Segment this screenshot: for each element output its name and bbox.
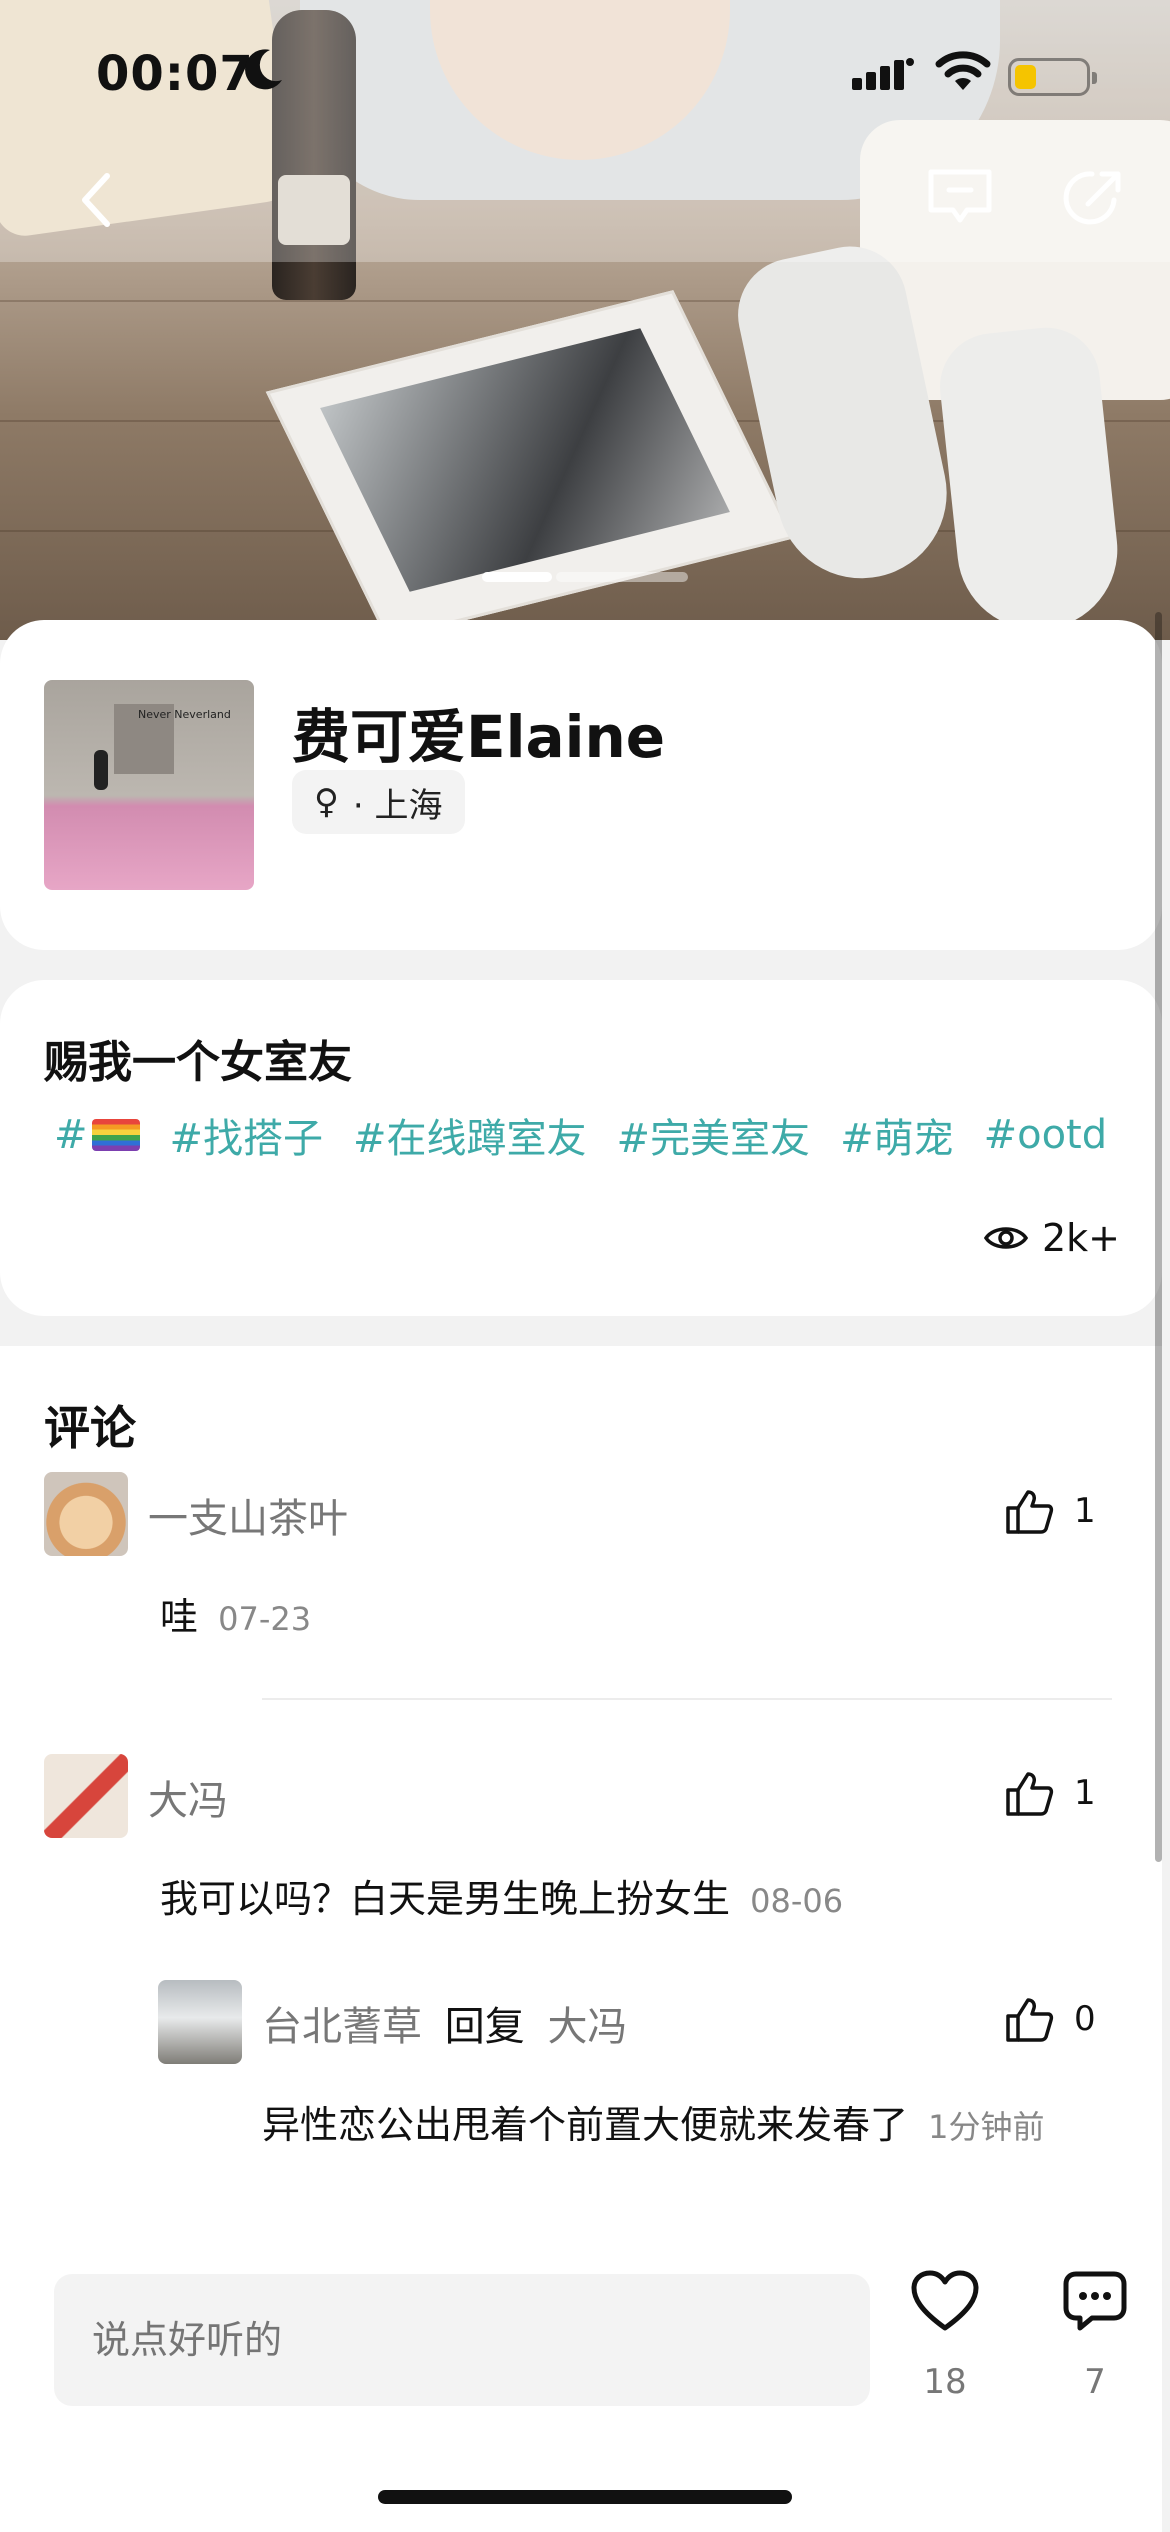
battery-nub [1092,72,1097,84]
reply-avatar[interactable] [158,1980,242,2064]
back-button[interactable] [60,160,130,240]
avatar-person [94,750,108,790]
view-count: 2k+ [983,1216,1120,1260]
reply-username[interactable]: 台北蓍草 [262,2004,422,2050]
post-card: 赐我一个女室友 # #找搭子 #在线蹲室友 #完美室友 #萌宠 #ootd 2k… [0,980,1162,1316]
comment-username[interactable]: 一支山茶叶 [148,1486,348,1544]
thumbs-up-icon [1006,1998,1054,2042]
reply-body: 异性恋公出甩着个前置大便就来发春了 1分钟前 [262,2094,1102,2158]
sock [934,322,1126,638]
like-button[interactable]: 18 [890,2270,1000,2402]
home-indicator[interactable] [378,2490,792,2504]
thumbs-up-icon [1006,1772,1054,1816]
comment-divider [262,1698,1112,1700]
tag-pets[interactable]: #萌宠 [840,1106,954,1164]
tag-ootd[interactable]: #ootd [984,1106,1108,1164]
chevron-left-icon [82,173,110,227]
reply-target-username[interactable]: 大冯 [547,2004,627,2050]
tag-perfect-roommate[interactable]: #完美室友 [617,1106,811,1164]
reply-label: 回复 [444,2004,525,2050]
heart-icon [911,2270,979,2331]
comment-text: 哇 [160,1595,199,1639]
author-location: · 上海 [352,785,443,826]
tag-rainbow-flag[interactable]: # [54,1106,140,1164]
status-time: 00:07 [96,46,254,102]
moon-icon [245,49,282,90]
author-meta-badge: ♀ · 上海 [292,770,465,834]
share-button[interactable] [1054,158,1134,238]
signal-icon [852,58,914,90]
post-title: 赐我一个女室友 [44,1037,352,1088]
carousel-indicator [482,572,688,582]
comment-avatar[interactable] [44,1472,128,1556]
author-name[interactable]: 费可爱Elaine [292,690,665,774]
wifi-icon [935,51,991,90]
bottom-action-bar: 18 7 [0,2244,1162,2532]
comment-like-count: 1 [1074,1491,1096,1531]
comment-like-button[interactable]: 1 [1004,1488,1096,1534]
thumbs-up-icon [1006,1490,1054,1534]
scrollbar[interactable] [1155,612,1162,1862]
comment-input[interactable] [54,2274,870,2406]
comment-body: 哇 07-23 [160,1586,311,1641]
post-detail-page: 00:07 Never Neverland 费可爱Elaine ♀ · 上海 赐… [0,0,1170,2532]
tag-online-roommate[interactable]: #在线蹲室友 [353,1106,587,1164]
comment-text: 我可以吗？白天是男生晚上扮女生 [160,1877,731,1921]
comment-like-button[interactable]: 1 [1004,1770,1096,1816]
tag-label: # [54,1112,88,1158]
status-bar: 00:07 [0,0,1170,150]
comment-button[interactable]: 7 [1040,2270,1150,2402]
battery-icon [1008,58,1097,96]
author-avatar[interactable]: Never Neverland [44,680,254,890]
tag-list: # #找搭子 #在线蹲室友 #完美室友 #萌宠 #ootd [54,1106,1107,1164]
reply-time: 1分钟前 [928,2108,1045,2146]
comment-like-count: 1 [1074,1773,1096,1813]
message-button[interactable] [920,158,1000,238]
comment-time: 08-06 [750,1882,844,1920]
battery-fill [1015,65,1036,89]
reply-like-button[interactable]: 0 [1004,1996,1096,2042]
carousel-dot-active [482,572,552,582]
female-icon: ♀ [314,782,339,822]
profile-card: Never Neverland 费可爱Elaine ♀ · 上海 [0,620,1162,950]
view-count-value: 2k+ [1041,1216,1120,1260]
comment-username[interactable]: 大冯 [148,1768,228,1826]
comment-time: 07-23 [218,1600,312,1638]
comments-title: 评论 [44,1401,136,1455]
reply-header: 台北蓍草 回复 大冯 [262,1994,627,2052]
reply-like-count: 0 [1074,1999,1096,2039]
comment-body: 我可以吗？白天是男生晚上扮女生 08-06 [160,1868,843,1923]
rainbow-flag-icon [91,1119,140,1151]
carousel-dot [556,572,688,582]
comment-bubble-icon [1063,2271,1127,2331]
tag-find-partner[interactable]: #找搭子 [170,1106,324,1164]
eye-icon [983,1227,1028,1249]
message-icon [928,169,992,223]
comment-avatar[interactable] [44,1754,128,1838]
like-count: 18 [923,2362,967,2402]
avatar-sign-text: Never Neverland [138,708,231,721]
share-icon [1063,171,1121,225]
comment-count: 7 [1084,2362,1106,2402]
reply-text: 异性恋公出甩着个前置大便就来发春了 [262,2103,909,2147]
